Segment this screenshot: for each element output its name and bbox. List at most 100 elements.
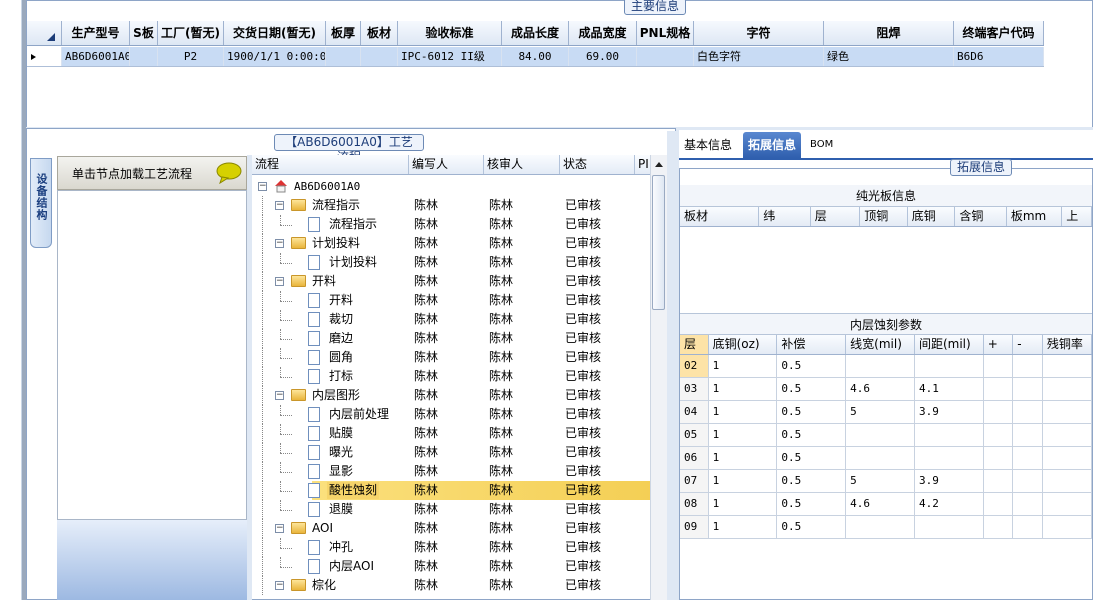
inner-etch-cell[interactable]: 1	[709, 378, 778, 400]
inner-etch-cell[interactable]: 0.5	[777, 355, 847, 377]
tree-row[interactable]: 显影 陈林 陈林 已审核	[252, 462, 650, 481]
inner-etch-cell[interactable]: 07	[680, 470, 709, 492]
main-cell[interactable]: 白色字符	[694, 47, 824, 66]
tree-row[interactable]: − 开料 陈林 陈林 已审核	[252, 272, 650, 291]
tree-row[interactable]: 退膜 陈林 陈林 已审核	[252, 500, 650, 519]
tab-bom[interactable]: BOM	[805, 132, 838, 158]
inner-etch-cell[interactable]: 1	[709, 493, 778, 515]
bare-board-col[interactable]: 板材	[680, 207, 760, 226]
main-col-header[interactable]: 板材	[361, 21, 398, 45]
inner-etch-cell[interactable]	[846, 355, 915, 377]
main-cell[interactable]: 1900/1/1 0:00:00	[224, 47, 326, 66]
tab-extended-info[interactable]: 拓展信息	[743, 132, 802, 158]
bare-board-col[interactable]: 底铜	[908, 207, 956, 226]
collapse-icon[interactable]: −	[275, 391, 284, 400]
inner-etch-cell[interactable]	[984, 424, 1014, 446]
main-cell[interactable]	[130, 47, 158, 66]
main-col-header[interactable]: 板厚	[326, 21, 361, 45]
inner-etch-cell[interactable]: 5	[846, 470, 915, 492]
tree-row[interactable]: − 流程指示 陈林 陈林 已审核	[252, 196, 650, 215]
tree-row[interactable]: − 计划投料 陈林 陈林 已审核	[252, 234, 650, 253]
inner-etch-col[interactable]: 补偿	[777, 335, 847, 354]
inner-etch-cell[interactable]: 09	[680, 516, 709, 538]
tab-basic-info[interactable]: 基本信息	[679, 132, 737, 158]
bare-board-col[interactable]: 纬	[759, 207, 811, 226]
col-checker[interactable]: 核审人	[484, 155, 560, 174]
tree-row[interactable]: 裁切 陈林 陈林 已审核	[252, 310, 650, 329]
tree-row[interactable]: 圆角 陈林 陈林 已审核	[252, 348, 650, 367]
inner-etch-cell[interactable]	[846, 447, 915, 469]
inner-etch-cell[interactable]	[1043, 355, 1092, 377]
inner-etch-cell[interactable]: 1	[709, 516, 778, 538]
inner-etch-cell[interactable]: 3.9	[915, 470, 984, 492]
inner-etch-cell[interactable]	[1013, 424, 1043, 446]
inner-etch-col[interactable]: +	[984, 335, 1014, 354]
tab-device-structure[interactable]: 设备结构	[30, 158, 52, 248]
inner-etch-cell[interactable]	[915, 424, 984, 446]
inner-etch-row[interactable]: 03 1 0.5 4.6 4.1	[680, 378, 1092, 401]
inner-etch-col[interactable]: 残铜率	[1043, 335, 1092, 354]
col-pi[interactable]: PI	[635, 155, 650, 174]
main-cell[interactable]	[361, 47, 398, 66]
main-cell[interactable]: IPC-6012 II级	[398, 47, 502, 66]
tree-row[interactable]: 贴膜 陈林 陈林 已审核	[252, 424, 650, 443]
tree-row[interactable]: 冲孔 陈林 陈林 已审核	[252, 538, 650, 557]
main-cell[interactable]	[637, 47, 694, 66]
collapse-icon[interactable]: −	[275, 524, 284, 533]
tree-row[interactable]: 内层前处理 陈林 陈林 已审核	[252, 405, 650, 424]
collapse-icon[interactable]: −	[258, 182, 267, 191]
inner-etch-cell[interactable]	[984, 378, 1014, 400]
inner-etch-cell[interactable]	[915, 516, 984, 538]
inner-etch-cell[interactable]	[915, 355, 984, 377]
inner-etch-cell[interactable]: 1	[709, 447, 778, 469]
main-col-header[interactable]: 字符	[694, 21, 824, 45]
inner-etch-cell[interactable]	[1043, 424, 1092, 446]
tree-row[interactable]: 流程指示 陈林 陈林 已审核	[252, 215, 650, 234]
inner-etch-cell[interactable]	[984, 516, 1014, 538]
inner-etch-cell[interactable]	[1013, 378, 1043, 400]
inner-etch-cell[interactable]: 1	[709, 355, 778, 377]
bare-board-col[interactable]: 顶铜	[860, 207, 908, 226]
inner-etch-col[interactable]: 间距(mil)	[915, 335, 984, 354]
inner-etch-cell[interactable]	[984, 355, 1014, 377]
inner-etch-row[interactable]: 05 1 0.5	[680, 424, 1092, 447]
flow-tree-scroll-thumb[interactable]	[652, 175, 665, 310]
inner-etch-cell[interactable]	[1043, 493, 1092, 515]
tree-row[interactable]: − AOI 陈林 陈林 已审核	[252, 519, 650, 538]
bare-board-col[interactable]: 上	[1062, 207, 1092, 226]
inner-etch-cell[interactable]	[984, 401, 1014, 423]
bare-board-col[interactable]: 含铜	[955, 207, 1007, 226]
inner-etch-col[interactable]: 线宽(mil)	[846, 335, 915, 354]
right-splitter[interactable]	[667, 131, 679, 600]
inner-etch-row[interactable]: 06 1 0.5	[680, 447, 1092, 470]
main-col-header[interactable]: 生产型号	[62, 21, 130, 45]
inner-etch-cell[interactable]: 1	[709, 470, 778, 492]
bare-board-col[interactable]: 板mm	[1007, 207, 1063, 226]
inner-etch-cell[interactable]	[1043, 401, 1092, 423]
main-col-header[interactable]: 工厂(暂无)	[158, 21, 224, 45]
inner-etch-cell[interactable]: 4.6	[846, 493, 915, 515]
tree-row[interactable]: − 内层图形 陈林 陈林 已审核	[252, 386, 650, 405]
inner-etch-cell[interactable]	[1043, 378, 1092, 400]
inner-etch-cell[interactable]	[846, 516, 915, 538]
main-col-header[interactable]: PNL规格	[637, 21, 694, 45]
tree-row[interactable]: − 棕化 陈林 陈林 已审核	[252, 576, 650, 595]
inner-etch-col[interactable]: 层	[680, 335, 709, 354]
inner-etch-cell[interactable]: 4.2	[915, 493, 984, 515]
main-grid-row[interactable]: AB6D6001A0 P2 1900/1/1 0:00:00 IPC-6012 II级…	[27, 47, 1044, 67]
collapse-icon[interactable]: −	[275, 239, 284, 248]
main-cell[interactable]: P2	[158, 47, 224, 66]
main-col-header[interactable]: 成品长度	[502, 21, 569, 45]
tree-row[interactable]: 酸性蚀刻 陈林 陈林 已审核	[252, 481, 650, 500]
inner-etch-cell[interactable]	[984, 493, 1014, 515]
inner-etch-row[interactable]: 02 1 0.5	[680, 355, 1092, 378]
row-indicator[interactable]	[27, 47, 62, 66]
main-col-header[interactable]: 阻焊	[824, 21, 954, 45]
inner-etch-row[interactable]: 09 1 0.5	[680, 516, 1092, 539]
inner-etch-cell[interactable]	[1043, 447, 1092, 469]
inner-etch-cell[interactable]: 1	[709, 424, 778, 446]
inner-etch-cell[interactable]: 0.5	[777, 424, 847, 446]
main-col-header[interactable]: 成品宽度	[569, 21, 637, 45]
inner-etch-cell[interactable]: 4.6	[846, 378, 915, 400]
inner-etch-cell[interactable]: 1	[709, 401, 778, 423]
